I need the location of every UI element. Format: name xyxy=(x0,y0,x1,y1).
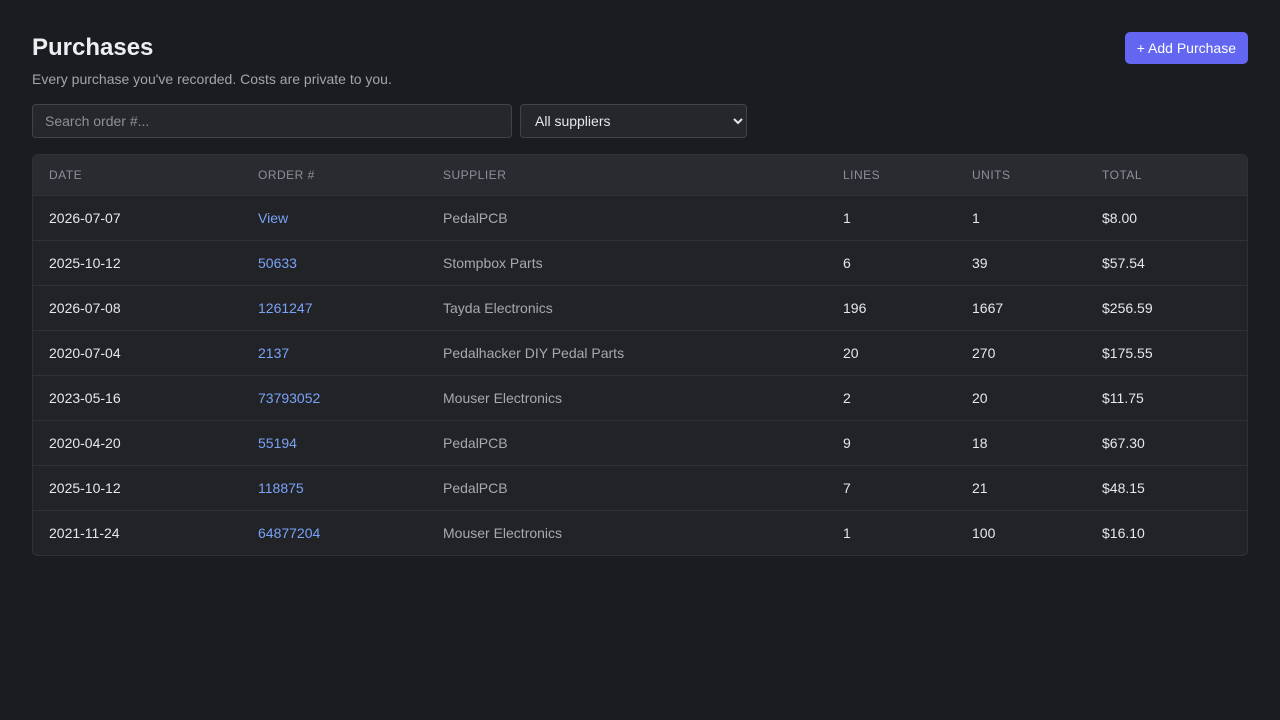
column-header-order[interactable]: ORDER # xyxy=(242,155,427,195)
cell-order: 118875 xyxy=(242,465,427,510)
page-header: Purchases Every purchase you've recorded… xyxy=(32,32,1248,104)
table-row[interactable]: 2020-04-20 55194 PedalPCB 9 18 $67.30 xyxy=(33,420,1247,465)
order-link[interactable]: 64877204 xyxy=(258,525,320,541)
order-link[interactable]: View xyxy=(258,210,288,226)
cell-lines: 20 xyxy=(843,344,859,361)
cell-date: 2020-07-04 xyxy=(49,344,121,361)
cell-lines: 1 xyxy=(843,524,851,541)
page-subtitle: Every purchase you've recorded. Costs ar… xyxy=(32,71,392,87)
cell-supplier: PedalPCB xyxy=(443,434,508,451)
column-header-total[interactable]: TOTAL xyxy=(1086,155,1247,195)
cell-supplier: PedalPCB xyxy=(443,209,508,226)
cell-lines: 6 xyxy=(843,254,851,271)
order-link[interactable]: 50633 xyxy=(258,255,297,271)
table-row[interactable]: 2025-10-12 118875 PedalPCB 7 21 $48.15 xyxy=(33,465,1247,510)
cell-units: 100 xyxy=(972,524,996,541)
cell-date: 2025-10-12 xyxy=(49,479,121,496)
cell-date: 2020-04-20 xyxy=(49,434,121,451)
page-title: Purchases xyxy=(32,34,154,61)
cell-supplier: Mouser Electronics xyxy=(443,389,563,406)
filter-bar: All suppliers xyxy=(32,104,1248,138)
purchases-page: Purchases Every purchase you've recorded… xyxy=(0,0,1280,720)
cell-units: 21 xyxy=(972,479,988,496)
cell-order: View xyxy=(242,195,427,240)
cell-order: 1261247 xyxy=(242,285,427,330)
cell-order: 64877204 xyxy=(242,510,427,555)
search-input[interactable] xyxy=(32,104,512,138)
order-link[interactable]: 73793052 xyxy=(258,390,320,406)
order-link[interactable]: 55194 xyxy=(258,435,297,451)
cell-order: 2137 xyxy=(242,330,427,375)
column-header-lines[interactable]: LINES xyxy=(827,155,956,195)
cell-supplier: Stompbox Parts xyxy=(443,254,543,271)
cell-total: $175.55 xyxy=(1102,344,1153,361)
cell-units: 18 xyxy=(972,434,988,451)
cell-units: 39 xyxy=(972,254,988,271)
cell-lines: 1 xyxy=(843,209,851,226)
column-header-supplier[interactable]: SUPPLIER xyxy=(427,155,827,195)
cell-lines: 2 xyxy=(843,389,851,406)
table-row[interactable]: 2025-10-12 50633 Stompbox Parts 6 39 $57… xyxy=(33,240,1247,285)
cell-lines: 196 xyxy=(843,299,867,316)
add-purchase-button[interactable]: + Add Purchase xyxy=(1124,32,1248,64)
cell-units: 1 xyxy=(972,209,980,226)
table-row[interactable]: 2023-05-16 73793052 Mouser Electronics 2… xyxy=(33,375,1247,420)
cell-order: 55194 xyxy=(242,420,427,465)
table-row[interactable]: 2021-11-24 64877204 Mouser Electronics 1… xyxy=(33,510,1247,555)
cell-date: 2026-07-08 xyxy=(49,299,121,316)
table-row[interactable]: 2026-07-08 1261247 Tayda Electronics 196… xyxy=(33,285,1247,330)
supplier-select[interactable]: All suppliers xyxy=(520,104,747,138)
purchases-table: DATE ORDER # SUPPLIER LINES UNITS TOTAL … xyxy=(32,154,1248,556)
cell-total: $11.75 xyxy=(1102,389,1144,406)
cell-total: $8.00 xyxy=(1102,209,1138,226)
cell-date: 2025-10-12 xyxy=(49,254,121,271)
cell-lines: 9 xyxy=(843,434,851,451)
cell-supplier: PedalPCB xyxy=(443,479,508,496)
column-header-date[interactable]: DATE xyxy=(33,155,242,195)
cell-date: 2023-05-16 xyxy=(49,389,121,406)
cell-units: 1667 xyxy=(972,299,1004,316)
cell-total: $48.15 xyxy=(1102,479,1145,496)
table-header-row: DATE ORDER # SUPPLIER LINES UNITS TOTAL xyxy=(33,155,1247,195)
cell-order: 50633 xyxy=(242,240,427,285)
column-header-units[interactable]: UNITS xyxy=(956,155,1086,195)
cell-total: $16.10 xyxy=(1102,524,1145,541)
order-link[interactable]: 118875 xyxy=(258,480,304,496)
order-link[interactable]: 2137 xyxy=(258,345,289,361)
cell-total: $57.54 xyxy=(1102,254,1145,271)
cell-supplier: Pedalhacker DIY Pedal Parts xyxy=(443,344,625,361)
cell-total: $256.59 xyxy=(1102,299,1153,316)
cell-supplier: Mouser Electronics xyxy=(443,524,563,541)
cell-date: 2021-11-24 xyxy=(49,524,120,541)
table-row[interactable]: 2026-07-07 View PedalPCB 1 1 $8.00 xyxy=(33,195,1247,240)
cell-order: 73793052 xyxy=(242,375,427,420)
cell-units: 270 xyxy=(972,344,996,361)
table-row[interactable]: 2020-07-04 2137 Pedalhacker DIY Pedal Pa… xyxy=(33,330,1247,375)
cell-total: $67.30 xyxy=(1102,434,1145,451)
cell-units: 20 xyxy=(972,389,988,406)
cell-supplier: Tayda Electronics xyxy=(443,299,553,316)
cell-date: 2026-07-07 xyxy=(49,209,121,226)
cell-lines: 7 xyxy=(843,479,851,496)
order-link[interactable]: 1261247 xyxy=(258,300,313,316)
